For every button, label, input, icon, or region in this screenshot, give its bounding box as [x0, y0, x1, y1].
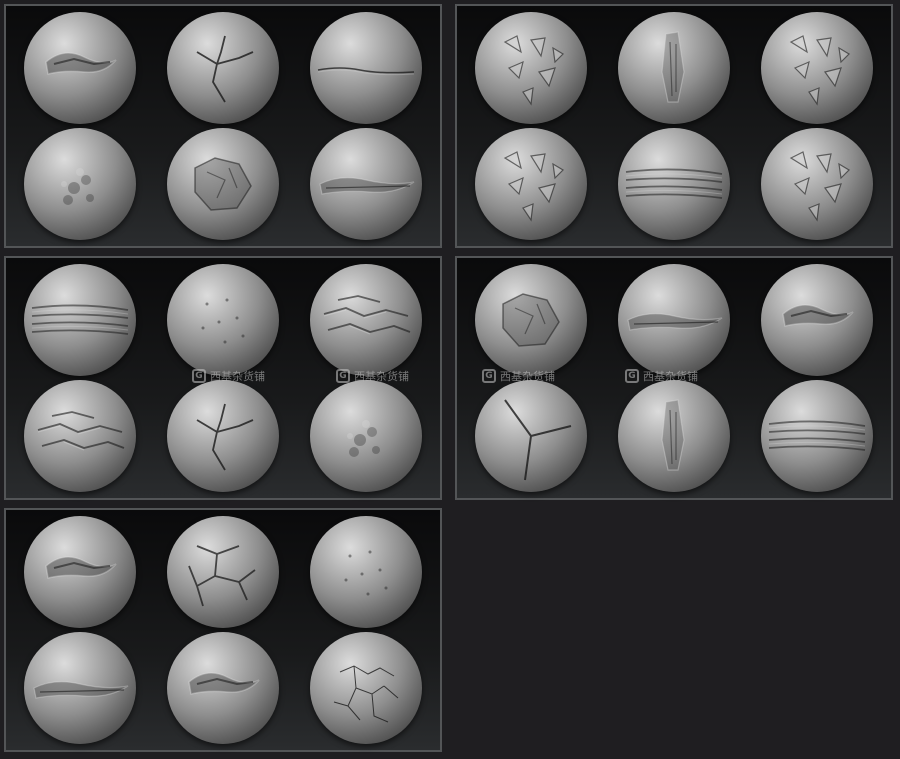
brush-preview-crack-branch[interactable]	[167, 380, 279, 492]
brush-texture-icon	[196, 35, 254, 103]
brush-texture-icon	[31, 304, 129, 335]
brush-texture-icon	[344, 550, 388, 596]
brush-preview-layers[interactable]	[761, 380, 873, 492]
watermark: G 西基杂货铺	[482, 368, 555, 384]
brush-texture-icon	[323, 295, 411, 335]
watermark-text: 西基杂货铺	[643, 370, 698, 383]
brush-texture-icon	[627, 313, 723, 331]
brush-panel-2	[455, 4, 893, 248]
brush-preview-shards[interactable]	[761, 128, 873, 240]
brush-texture-icon	[194, 157, 252, 211]
watermark: G 西基杂货铺	[192, 368, 265, 384]
brush-preview-crust[interactable]	[761, 264, 873, 376]
brush-preview-noise[interactable]	[310, 516, 422, 628]
brush-texture-icon	[333, 665, 399, 723]
watermark-logo-icon: G	[625, 369, 639, 383]
watermark-text: 西基杂货铺	[354, 370, 409, 383]
brush-preview-crack-y[interactable]	[475, 380, 587, 492]
brush-preview-crust[interactable]	[24, 516, 136, 628]
brush-texture-icon	[45, 556, 117, 579]
brush-texture-icon	[45, 52, 117, 75]
brush-preview-band[interactable]	[310, 128, 422, 240]
brush-texture-icon	[61, 168, 94, 205]
brush-texture-icon	[503, 151, 564, 222]
brush-texture-icon	[347, 420, 380, 457]
brush-texture-icon	[625, 168, 723, 199]
brush-preview-crack-line[interactable]	[310, 12, 422, 124]
watermark-logo-icon: G	[482, 369, 496, 383]
brush-preview-noise[interactable]	[167, 264, 279, 376]
brush-preview-spike[interactable]	[618, 12, 730, 124]
brush-preview-crust[interactable]	[24, 12, 136, 124]
brush-texture-icon	[661, 399, 685, 471]
brush-preview-crack-branch[interactable]	[167, 12, 279, 124]
brush-texture-icon	[33, 681, 129, 699]
watermark-logo-icon: G	[192, 369, 206, 383]
brush-texture-icon	[768, 420, 866, 451]
brush-texture-icon	[502, 293, 560, 347]
watermark: G 西基杂货铺	[625, 368, 698, 384]
brush-texture-icon	[201, 298, 245, 344]
brush-texture-icon	[188, 545, 256, 607]
brush-preview-flaky[interactable]	[24, 380, 136, 492]
brush-texture-icon	[319, 177, 415, 195]
brush-preview-band[interactable]	[24, 632, 136, 744]
brush-texture-icon	[188, 672, 260, 695]
brush-preview-crust[interactable]	[167, 632, 279, 744]
brush-texture-icon	[504, 399, 572, 481]
brush-texture-icon	[789, 151, 850, 222]
watermark-text: 西基杂货铺	[210, 370, 265, 383]
brush-preview-fine-cracks[interactable]	[310, 632, 422, 744]
brush-preview-spike[interactable]	[618, 380, 730, 492]
watermark: G 西基杂货铺	[336, 368, 409, 384]
brush-preview-shards[interactable]	[761, 12, 873, 124]
brush-preview-bumpy[interactable]	[24, 128, 136, 240]
brush-preview-layers[interactable]	[618, 128, 730, 240]
brush-preview-band[interactable]	[618, 264, 730, 376]
brush-panel-1	[4, 4, 442, 248]
brush-texture-icon	[782, 304, 854, 327]
brush-preview-flaky[interactable]	[310, 264, 422, 376]
brush-preview-shards[interactable]	[475, 12, 587, 124]
brush-preview-shards[interactable]	[475, 128, 587, 240]
brush-texture-icon	[503, 35, 564, 106]
brush-preview-rocky[interactable]	[475, 264, 587, 376]
brush-texture-icon	[37, 411, 125, 451]
brush-texture-icon	[317, 67, 415, 76]
brush-texture-icon	[789, 35, 850, 106]
brush-preview-bumpy[interactable]	[310, 380, 422, 492]
brush-preview-cracked-plates[interactable]	[167, 516, 279, 628]
brush-texture-icon	[196, 403, 254, 471]
brush-preview-rocky[interactable]	[167, 128, 279, 240]
watermark-logo-icon: G	[336, 369, 350, 383]
brush-texture-icon	[661, 31, 685, 103]
watermark-text: 西基杂货铺	[500, 370, 555, 383]
brush-preview-layers[interactable]	[24, 264, 136, 376]
brush-panel-5	[4, 508, 442, 752]
